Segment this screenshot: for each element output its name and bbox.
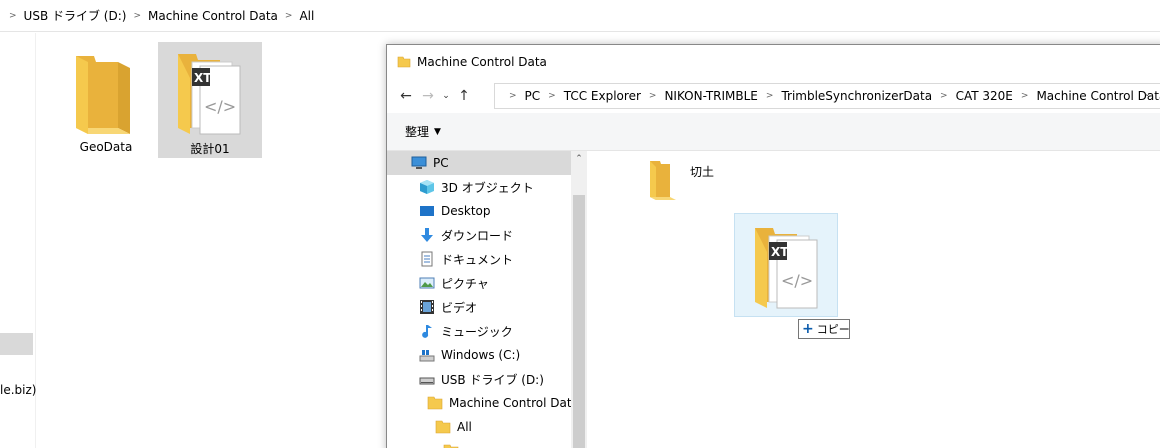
recent-locations-chevron-down-icon[interactable]: ⌄ xyxy=(439,83,453,109)
drag-preview-folder: XT </> xyxy=(734,213,838,317)
scroll-up-arrow-icon[interactable]: ⌃ xyxy=(571,151,587,167)
background-breadcrumb: > USB ドライブ (D:) > Machine Control Data >… xyxy=(0,0,1160,32)
nav-item-label: Windows (C:) xyxy=(441,348,521,362)
nav-item-partial[interactable] xyxy=(387,439,465,448)
download-icon xyxy=(419,227,435,243)
nav-item-windows-c[interactable]: Windows (C:) xyxy=(387,343,520,367)
pc-icon xyxy=(411,155,427,171)
address-dropdown-chevron-down-icon[interactable]: ⌄ xyxy=(1143,89,1151,99)
nav-item-pc[interactable]: PC xyxy=(387,151,571,175)
desktop-icon xyxy=(419,203,435,219)
folder-item-sekkei01[interactable]: XT </> 設計01 xyxy=(158,42,262,158)
nav-item-label: Desktop xyxy=(441,204,491,218)
svg-text:</>: </> xyxy=(781,271,813,290)
nav-item-label: ビデオ xyxy=(441,300,478,315)
video-icon xyxy=(419,299,435,315)
nav-item-desktop[interactable]: Desktop xyxy=(387,199,491,223)
nav-item-music[interactable]: ミュージック xyxy=(387,319,513,343)
address-crumb-cat-320e[interactable]: CAT 320E xyxy=(956,89,1013,103)
background-nav-item-label[interactable]: le.biz) xyxy=(0,383,36,397)
folder-label: 切土 xyxy=(690,165,715,179)
breadcrumb-usb-drive[interactable]: USB ドライブ (D:) xyxy=(24,7,127,24)
address-crumb-machine-control-data[interactable]: Machine Control Data xyxy=(1036,89,1160,103)
drive-c-icon xyxy=(419,347,435,363)
nav-item-label: PC xyxy=(433,156,449,170)
back-button[interactable]: ← xyxy=(395,83,417,109)
nav-item-documents[interactable]: ドキュメント xyxy=(387,247,513,271)
nav-item-label: Machine Control Data xyxy=(449,396,579,410)
copy-drop-tooltip: + コピー xyxy=(798,319,850,339)
organize-label: 整理 xyxy=(405,125,430,139)
content-pane: 切土 XT </> + コピー xyxy=(588,151,1160,448)
nav-item-pictures[interactable]: ピクチャ xyxy=(387,271,489,295)
nav-item-machine-control-data[interactable]: Machine Control Data xyxy=(387,391,579,415)
up-button[interactable]: ↑ xyxy=(453,83,475,109)
music-icon xyxy=(419,323,435,339)
chevron-right-icon[interactable]: > xyxy=(285,11,293,21)
folder-label: GeoData xyxy=(79,140,133,154)
nav-item-usb-drive-d[interactable]: USB ドライブ (D:) xyxy=(387,367,544,391)
folder-icon xyxy=(650,161,676,200)
folder-icon xyxy=(435,419,451,435)
dialog-title: Machine Control Data xyxy=(417,55,547,69)
nav-item-label: USB ドライブ (D:) xyxy=(441,372,544,387)
folder-item-geodata[interactable]: GeoData xyxy=(54,42,158,158)
organize-button[interactable]: 整理 ▼ xyxy=(405,123,441,140)
usb-drive-icon xyxy=(419,371,435,387)
nav-item-videos[interactable]: ビデオ xyxy=(387,295,477,319)
3d-objects-icon xyxy=(419,179,435,195)
address-crumb-nikon-trimble[interactable]: NIKON-TRIMBLE xyxy=(664,89,757,103)
chevron-right-icon[interactable]: > xyxy=(766,91,774,101)
folder-browse-dialog: Machine Control Data ← → ⌄ ↑ > PC > TCC … xyxy=(386,44,1160,448)
nav-item-all[interactable]: All xyxy=(387,415,472,439)
nav-item-label: ドキュメント xyxy=(441,252,514,267)
chevron-right-icon[interactable]: > xyxy=(940,91,948,101)
breadcrumb-all[interactable]: All xyxy=(299,9,314,23)
document-icon xyxy=(419,251,435,267)
svg-text:XT: XT xyxy=(194,71,212,85)
address-crumb-pc[interactable]: PC xyxy=(525,89,541,103)
address-bar[interactable]: > PC > TCC Explorer > NIKON-TRIMBLE > Tr… xyxy=(494,83,1160,109)
chevron-right-icon[interactable]: > xyxy=(509,91,517,101)
background-nav-selected-item[interactable] xyxy=(0,333,33,355)
navigation-pane: PC 3D オブジェクト Desktop ダウンロード ドキュメント ピクチャ … xyxy=(387,151,587,448)
chevron-right-icon[interactable]: > xyxy=(548,91,556,101)
folder-with-text-file-icon: XT </> xyxy=(178,54,241,135)
command-toolbar: 整理 ▼ xyxy=(387,113,1160,151)
plus-icon: + xyxy=(802,321,814,337)
pictures-icon xyxy=(419,275,435,291)
nav-item-label: 3D オブジェクト xyxy=(441,180,534,195)
folder-icon xyxy=(397,56,411,68)
nav-item-label: ミュージック xyxy=(441,324,513,339)
chevron-right-icon[interactable]: > xyxy=(649,91,657,101)
nav-pane-scrollbar[interactable]: ⌃ xyxy=(571,151,587,448)
nav-item-3d-objects[interactable]: 3D オブジェクト xyxy=(387,175,534,199)
folder-icon xyxy=(76,56,130,134)
scrollbar-thumb[interactable] xyxy=(573,195,585,448)
dialog-title-bar[interactable]: Machine Control Data xyxy=(387,45,1160,79)
svg-text:</>: </> xyxy=(204,97,236,116)
nav-item-label: ダウンロード xyxy=(441,228,514,243)
folder-label: 設計01 xyxy=(190,142,230,156)
nav-item-label: ピクチャ xyxy=(441,276,489,291)
folder-icon xyxy=(443,443,459,448)
chevron-right-icon: > xyxy=(9,10,17,21)
caret-down-icon: ▼ xyxy=(434,126,441,137)
forward-button[interactable]: → xyxy=(417,83,439,109)
breadcrumb-machine-control-data[interactable]: Machine Control Data xyxy=(148,9,278,23)
address-crumb-tcc-explorer[interactable]: TCC Explorer xyxy=(564,89,641,103)
nav-item-label: All xyxy=(457,420,472,434)
folder-with-text-file-icon: XT </> xyxy=(755,228,818,309)
chevron-right-icon[interactable]: > xyxy=(133,11,141,21)
address-crumb-trimble-sync[interactable]: TrimbleSynchronizerData xyxy=(781,89,932,103)
folder-icon xyxy=(427,395,443,411)
navigation-bar: ← → ⌄ ↑ > PC > TCC Explorer > NIKON-TRIM… xyxy=(387,79,1160,113)
nav-item-downloads[interactable]: ダウンロード xyxy=(387,223,513,247)
copy-tooltip-label: コピー xyxy=(816,323,850,336)
chevron-right-icon[interactable]: > xyxy=(1021,91,1029,101)
svg-text:XT: XT xyxy=(771,245,789,259)
folder-item-kiri[interactable]: 切土 xyxy=(648,157,714,201)
